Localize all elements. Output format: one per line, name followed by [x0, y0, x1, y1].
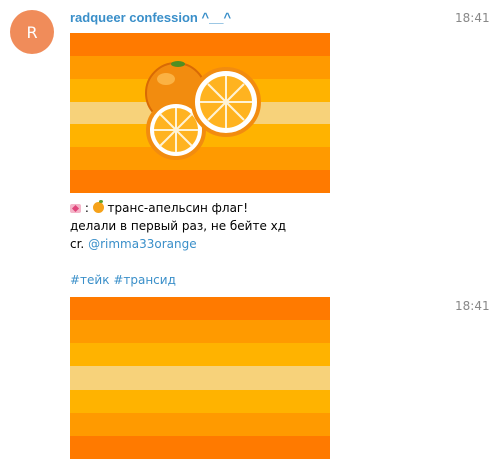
- channel-name[interactable]: radqueer confession ^__^: [70, 10, 231, 25]
- oranges-icon: [145, 61, 261, 160]
- flag-stripe-5: [70, 389, 330, 413]
- flag-stripe-7: [70, 435, 330, 459]
- flag-stripe-1: [70, 297, 330, 321]
- credit-link[interactable]: @rimma33orange: [88, 237, 197, 251]
- tangerine-icon: [92, 200, 104, 213]
- message-line-2: делали в первый раз, не бейте хд: [70, 219, 287, 233]
- hashtag-take[interactable]: #тейк: [70, 273, 109, 287]
- flag-stripe-6: [70, 412, 330, 436]
- message-feed: R radqueer confession ^__^ 18:41: транс…: [0, 0, 500, 471]
- separator: :: [84, 201, 89, 215]
- hashtag-transid[interactable]: #трансид: [113, 273, 176, 287]
- hashtags: #тейк #трансид: [70, 271, 450, 289]
- flag-image-2[interactable]: [70, 297, 330, 459]
- message-credit: cr. @rimma33orange: [70, 235, 450, 253]
- flag-stripe-1: [70, 33, 330, 56]
- flag-stripe-4: [70, 366, 330, 390]
- credit-prefix: cr.: [70, 237, 85, 251]
- message-line-1: : транс-апельсин флаг!: [70, 199, 450, 217]
- heart-letter-icon: [70, 204, 81, 213]
- message-text: : транс-апельсин флаг! делали в первый р…: [70, 199, 450, 289]
- message-headline: транс-апельсин флаг!: [107, 201, 249, 215]
- flag-stripe-3: [70, 343, 330, 367]
- flag-stripe-2: [70, 320, 330, 344]
- flag-stripe-7: [70, 170, 330, 193]
- message-time-2: 18:41: [455, 299, 490, 313]
- avatar[interactable]: R: [10, 10, 54, 54]
- message-time: 18:41: [455, 11, 490, 25]
